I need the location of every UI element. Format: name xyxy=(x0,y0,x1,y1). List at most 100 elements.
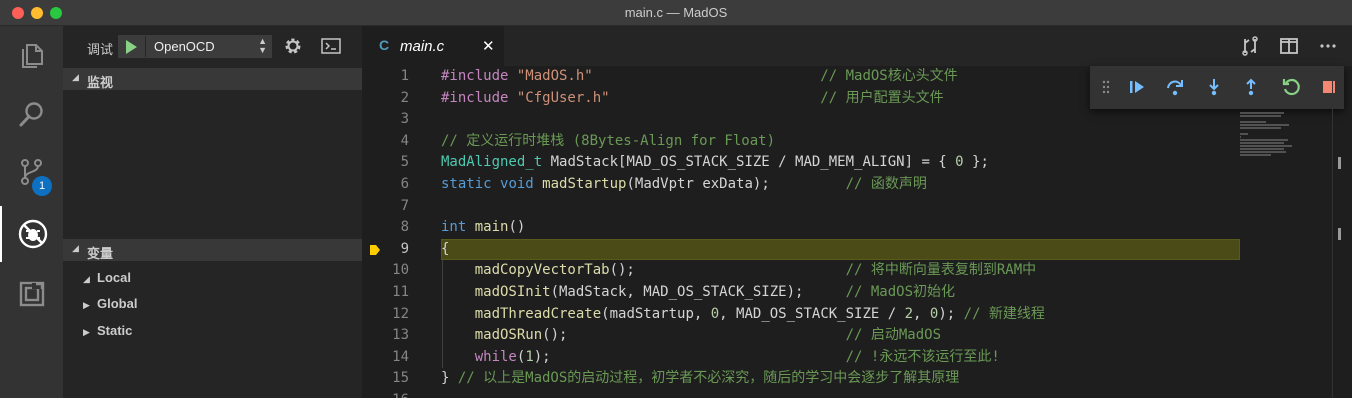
step-over-icon[interactable] xyxy=(1165,77,1185,97)
minimap-line xyxy=(1240,154,1271,156)
code-token: // 启动MadOS xyxy=(845,327,942,344)
watch-section-header[interactable]: ◢ 监视 xyxy=(63,68,362,90)
line-number[interactable]: 10 xyxy=(362,260,409,282)
code-token: MadAligned_t xyxy=(441,154,543,171)
debug-sidebar: 调试 OpenOCD ▲ ▼ ◢ 监视 ◢ 变量 ◢ Local ▶ Global ▶… xyxy=(63,26,362,398)
config-divider xyxy=(145,36,146,57)
split-editor-icon[interactable] xyxy=(1279,36,1299,56)
debug-title: 调试 xyxy=(87,42,114,57)
step-out-icon[interactable] xyxy=(1241,77,1261,97)
code-token: , MAD_OS_STACK_SIZE / xyxy=(719,305,905,322)
variable-scope-label: Local xyxy=(97,270,131,285)
open-changes-icon[interactable] xyxy=(1240,36,1260,56)
caret-down-icon: ◢ xyxy=(83,274,90,284)
debug-console-icon[interactable] xyxy=(321,38,341,54)
code-line[interactable]: 10 madCopyVectorTab(); // 将中断向量表复制到RAM中 xyxy=(362,260,1352,282)
minimap-line xyxy=(1240,115,1282,117)
code-token: // 新建线程 xyxy=(963,305,1045,322)
minimap-line xyxy=(1240,136,1241,138)
code-line[interactable]: 12 madThreadCreate(madStartup, 0, MAD_OS… xyxy=(362,304,1352,326)
code-line[interactable]: 16 xyxy=(362,390,1352,398)
line-number[interactable]: 6 xyxy=(362,174,409,196)
continue-icon[interactable] xyxy=(1127,77,1147,97)
line-number[interactable]: 4 xyxy=(362,131,409,153)
code-line[interactable]: 5 MadAligned_t MadStack[MAD_OS_STACK_SIZE… xyxy=(362,152,1352,174)
debug-icon[interactable] xyxy=(0,206,63,262)
code-token: // 函数声明 xyxy=(845,176,927,192)
code-token: (); xyxy=(609,262,846,279)
minimap-line xyxy=(1240,148,1284,150)
code-line[interactable]: 6 static void madStartup(MadVptr exData);… xyxy=(362,174,1352,196)
code-text: static void madStartup(MadVptr exData); … xyxy=(441,174,927,196)
line-number[interactable]: 2 xyxy=(362,88,409,110)
code-line[interactable]: 3 xyxy=(362,109,1352,131)
variable-scope-local[interactable]: ◢ Local xyxy=(83,270,131,285)
code-token: // 用户配置头文件 xyxy=(820,89,944,106)
variable-scope-global[interactable]: ▶ Global xyxy=(83,296,137,311)
line-number[interactable]: 13 xyxy=(362,325,409,347)
code-line[interactable]: 13 madOSRun(); // 启动MadOS xyxy=(362,325,1352,347)
title-bar: main.c — MadOS xyxy=(0,0,1352,26)
line-number[interactable]: 12 xyxy=(362,304,409,326)
launch-config-select[interactable]: OpenOCD ▲ ▼ xyxy=(118,35,272,58)
code-token: main xyxy=(474,219,509,236)
line-number[interactable]: 8 xyxy=(362,217,409,239)
code-token: #include xyxy=(441,89,517,106)
start-debugging-icon[interactable] xyxy=(126,40,137,54)
line-number[interactable]: 1 xyxy=(362,66,409,88)
code-token: "MadOS.h" xyxy=(516,68,593,84)
extensions-icon[interactable] xyxy=(0,266,63,322)
code-token: madCopyVectorTab xyxy=(474,262,610,279)
code-token: MadStack[MAD_OS_STACK_SIZE / MAD_MEM_ALI… xyxy=(542,154,956,171)
variables-section-header[interactable]: ◢ 变量 xyxy=(63,239,362,261)
more-actions-icon[interactable] xyxy=(1318,36,1338,56)
c-file-icon: C xyxy=(379,37,390,53)
editor-tab-strip: C main.c ✕ xyxy=(362,26,1352,66)
drag-handle-icon[interactable] xyxy=(1102,79,1110,95)
code-text: } // 以上是MadOS的启动过程，初学者不必深究，随后的学习中会逐步了解其原… xyxy=(441,368,959,390)
line-number[interactable]: 7 xyxy=(362,196,409,218)
search-icon[interactable] xyxy=(0,86,63,142)
minimap-line xyxy=(1240,112,1284,114)
code-text: #include "CfgUser.h" // 用户配置头文件 xyxy=(441,88,944,110)
restart-icon[interactable] xyxy=(1281,77,1301,97)
code-line[interactable]: 8 int main() xyxy=(362,217,1352,239)
line-number[interactable]: 9 xyxy=(362,239,409,261)
code-line[interactable]: 7 xyxy=(362,196,1352,218)
gear-icon[interactable] xyxy=(283,36,303,56)
variable-scope-static[interactable]: ▶ Static xyxy=(83,323,132,338)
code-line[interactable]: 15 } // 以上是MadOS的启动过程，初学者不必深究，随后的学习中会逐步了解… xyxy=(362,368,1352,390)
caret-right-icon: ▶ xyxy=(83,300,90,310)
minimap-line xyxy=(1240,124,1289,126)
code-line[interactable]: 4 // 定义运行时堆栈 (8Bytes-Align for Float) xyxy=(362,131,1352,153)
minimap[interactable] xyxy=(1240,112,1302,160)
minimap-line xyxy=(1240,151,1286,153)
line-number[interactable]: 5 xyxy=(362,152,409,174)
code-token: void xyxy=(500,176,534,192)
code-text: MadAligned_t MadStack[MAD_OS_STACK_SIZE … xyxy=(441,152,989,174)
code-line[interactable]: 11 madOSInit(MadStack, MAD_OS_STACK_SIZE… xyxy=(362,282,1352,304)
line-number[interactable]: 14 xyxy=(362,347,409,369)
source-control-icon[interactable] xyxy=(0,144,63,200)
line-number[interactable]: 11 xyxy=(362,282,409,304)
code-text: int main() xyxy=(441,217,525,239)
step-into-icon[interactable] xyxy=(1204,77,1224,97)
tab-main-c[interactable]: C main.c ✕ xyxy=(362,26,504,66)
line-number[interactable]: 15 xyxy=(362,368,409,390)
explorer-icon[interactable] xyxy=(0,28,63,84)
line-number[interactable]: 16 xyxy=(362,390,409,398)
code-token: madStartup xyxy=(542,176,627,192)
caret-right-icon: ▶ xyxy=(83,327,90,337)
code-editor[interactable]: 1 #include "MadOS.h" // MadOS核心头文件 2 #inclu… xyxy=(362,66,1352,398)
code-line[interactable]: 14 while(1); // !永远不该运行至此! xyxy=(362,347,1352,369)
caret-down-icon: ◢ xyxy=(72,72,79,82)
close-icon[interactable]: ✕ xyxy=(482,37,495,55)
code-token: #include xyxy=(441,68,517,84)
line-number[interactable]: 3 xyxy=(362,109,409,131)
code-line[interactable]: 9{ xyxy=(362,239,1352,261)
